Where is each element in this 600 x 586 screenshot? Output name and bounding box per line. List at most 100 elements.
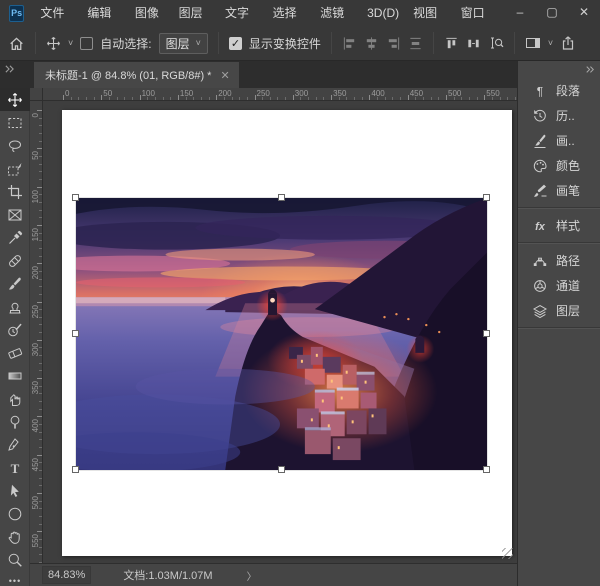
- 3d-zoom-icon[interactable]: [488, 35, 504, 51]
- ellipse-tool[interactable]: [0, 502, 30, 525]
- restore-button[interactable]: ▢: [536, 0, 568, 26]
- menu-item-滤镜[interactable]: 滤镜(T): [313, 0, 360, 26]
- rect-marquee-tool[interactable]: [0, 111, 30, 134]
- transform-handle-middle-right[interactable]: [483, 330, 490, 337]
- panel-dock: ¶段落历..画..颜色画笔 fx样式路径通道图层: [517, 61, 600, 586]
- frame-tool[interactable]: [0, 203, 30, 226]
- auto-select-checkbox[interactable]: [80, 37, 93, 50]
- distribute-vertical-icon[interactable]: [408, 36, 423, 51]
- clone-stamp-tool[interactable]: [0, 295, 30, 318]
- horizontal-ruler[interactable]: 050100150200250300350400450500550600: [30, 88, 517, 101]
- menu-item-文字[interactable]: 文字(Y): [218, 0, 266, 26]
- minimize-button[interactable]: –: [504, 0, 536, 26]
- status-zoom-field[interactable]: 84.83%: [42, 566, 91, 584]
- align-center-horizontal-icon[interactable]: [364, 36, 379, 51]
- menu-item-文件[interactable]: 文件(F): [33, 0, 80, 26]
- dock-button-brushes[interactable]: 画笔: [518, 178, 600, 203]
- move-tool[interactable]: [0, 88, 30, 111]
- dock-button-label: 画笔: [556, 182, 580, 199]
- align-top-edges-icon[interactable]: [444, 36, 459, 51]
- distribute-horizontal-centers-icon[interactable]: [466, 36, 481, 51]
- transform-selection[interactable]: [75, 197, 488, 471]
- brush-tool[interactable]: [0, 272, 30, 295]
- v-ruler-minor-tick: [39, 210, 42, 211]
- panel-toggle-icon[interactable]: [525, 35, 541, 51]
- canvas[interactable]: [62, 110, 512, 556]
- dock-button-history[interactable]: 历..: [518, 103, 600, 128]
- hand-tool[interactable]: [0, 525, 30, 548]
- history-brush-tool[interactable]: [0, 318, 30, 341]
- transform-handle-middle-left[interactable]: [72, 330, 79, 337]
- menu-item-窗口[interactable]: 窗口(W): [454, 0, 504, 26]
- dock-button-channels[interactable]: 通道: [518, 273, 600, 298]
- h-ruler-minor-tick: [163, 97, 164, 100]
- menu-item-编辑[interactable]: 编辑(E): [80, 0, 128, 26]
- menu-item-图像[interactable]: 图像(I): [128, 0, 172, 26]
- align-left-icon[interactable]: [342, 36, 357, 51]
- v-ruler-minor-tick: [39, 470, 42, 471]
- transform-handle-top-right[interactable]: [483, 194, 490, 201]
- path-selection-tool[interactable]: [0, 479, 30, 502]
- ruler-origin-corner[interactable]: [30, 88, 43, 101]
- v-ruler-minor-tick: [39, 516, 42, 517]
- dodge-tool[interactable]: [0, 410, 30, 433]
- menu-item-视图[interactable]: 视图(V): [406, 0, 454, 26]
- pen-tool[interactable]: [0, 433, 30, 456]
- lasso-tool[interactable]: [0, 134, 30, 157]
- transform-handle-bottom-center[interactable]: [278, 466, 285, 473]
- h-ruler-minor-tick: [461, 97, 462, 100]
- menu-item-选择[interactable]: 选择(S): [266, 0, 314, 26]
- edit-toolbar-button[interactable]: •••: [0, 573, 30, 586]
- status-options-chevron-icon[interactable]: 〉: [247, 568, 257, 583]
- transform-handle-bottom-left[interactable]: [72, 466, 79, 473]
- document-tab[interactable]: 未标题-1 @ 84.8% (01, RGB/8#) * ✕: [34, 62, 239, 88]
- photoshop-window: { "app": { "logo_text": "Ps" }, "menu_ba…: [0, 0, 600, 586]
- brush-settings-icon: [531, 132, 548, 149]
- eraser-tool[interactable]: [0, 341, 30, 364]
- dock-button-paths[interactable]: 路径: [518, 248, 600, 273]
- smudge-tool[interactable]: [0, 387, 30, 410]
- v-ruler-minor-tick: [39, 309, 42, 310]
- move-tool-preset-icon[interactable]: [46, 36, 61, 51]
- close-button[interactable]: ✕: [568, 0, 600, 26]
- menu-item-3D[interactable]: 3D(D): [360, 0, 406, 26]
- dock-button-styles[interactable]: fx样式: [518, 213, 600, 238]
- dock-button-paragraph[interactable]: ¶段落: [518, 78, 600, 103]
- gradient-tool[interactable]: [0, 364, 30, 387]
- h-ruler-minor-tick: [170, 97, 171, 100]
- canvas-image[interactable]: [76, 198, 487, 470]
- menu-item-图层[interactable]: 图层(L): [172, 0, 218, 26]
- transform-handle-top-center[interactable]: [278, 194, 285, 201]
- collapse-panels-icon[interactable]: [585, 65, 595, 74]
- v-ruler-minor-tick: [39, 294, 42, 295]
- v-ruler-minor-tick: [39, 202, 42, 203]
- type-tool[interactable]: T: [0, 456, 30, 479]
- pasteboard[interactable]: [43, 101, 517, 563]
- document-tab-bar: 未标题-1 @ 84.8% (01, RGB/8#) * ✕: [0, 61, 517, 88]
- v-ruler-minor-tick: [39, 370, 42, 371]
- dock-button-color[interactable]: 颜色: [518, 153, 600, 178]
- tool-preset-chevron-icon[interactable]: ˅: [68, 38, 73, 48]
- chevron-down-icon[interactable]: ˅: [548, 38, 553, 48]
- window-resize-grip[interactable]: [502, 548, 513, 559]
- home-icon[interactable]: [8, 35, 25, 52]
- expand-tools-panel-icon[interactable]: [4, 64, 15, 74]
- vertical-ruler[interactable]: 050100150200250300350400450500550: [30, 101, 43, 563]
- dock-button-layers[interactable]: 图层: [518, 298, 600, 323]
- eyedropper-tool[interactable]: [0, 226, 30, 249]
- v-ruler-minor-tick: [39, 317, 42, 318]
- transform-handle-bottom-right[interactable]: [483, 466, 490, 473]
- transform-handle-top-left[interactable]: [72, 194, 79, 201]
- show-transform-checkbox[interactable]: [229, 37, 242, 50]
- zoom-tool[interactable]: [0, 548, 30, 571]
- healing-tool[interactable]: [0, 249, 30, 272]
- tab-close-icon[interactable]: ✕: [220, 69, 229, 82]
- options-separator: [218, 32, 219, 54]
- crop-tool[interactable]: [0, 180, 30, 203]
- dock-button-brush-settings[interactable]: 画..: [518, 128, 600, 153]
- h-ruler-minor-tick: [285, 97, 286, 100]
- auto-select-target-dropdown[interactable]: 图层 ˅: [159, 33, 208, 54]
- align-right-icon[interactable]: [386, 36, 401, 51]
- object-selection-tool[interactable]: [0, 157, 30, 180]
- share-icon[interactable]: [560, 35, 576, 51]
